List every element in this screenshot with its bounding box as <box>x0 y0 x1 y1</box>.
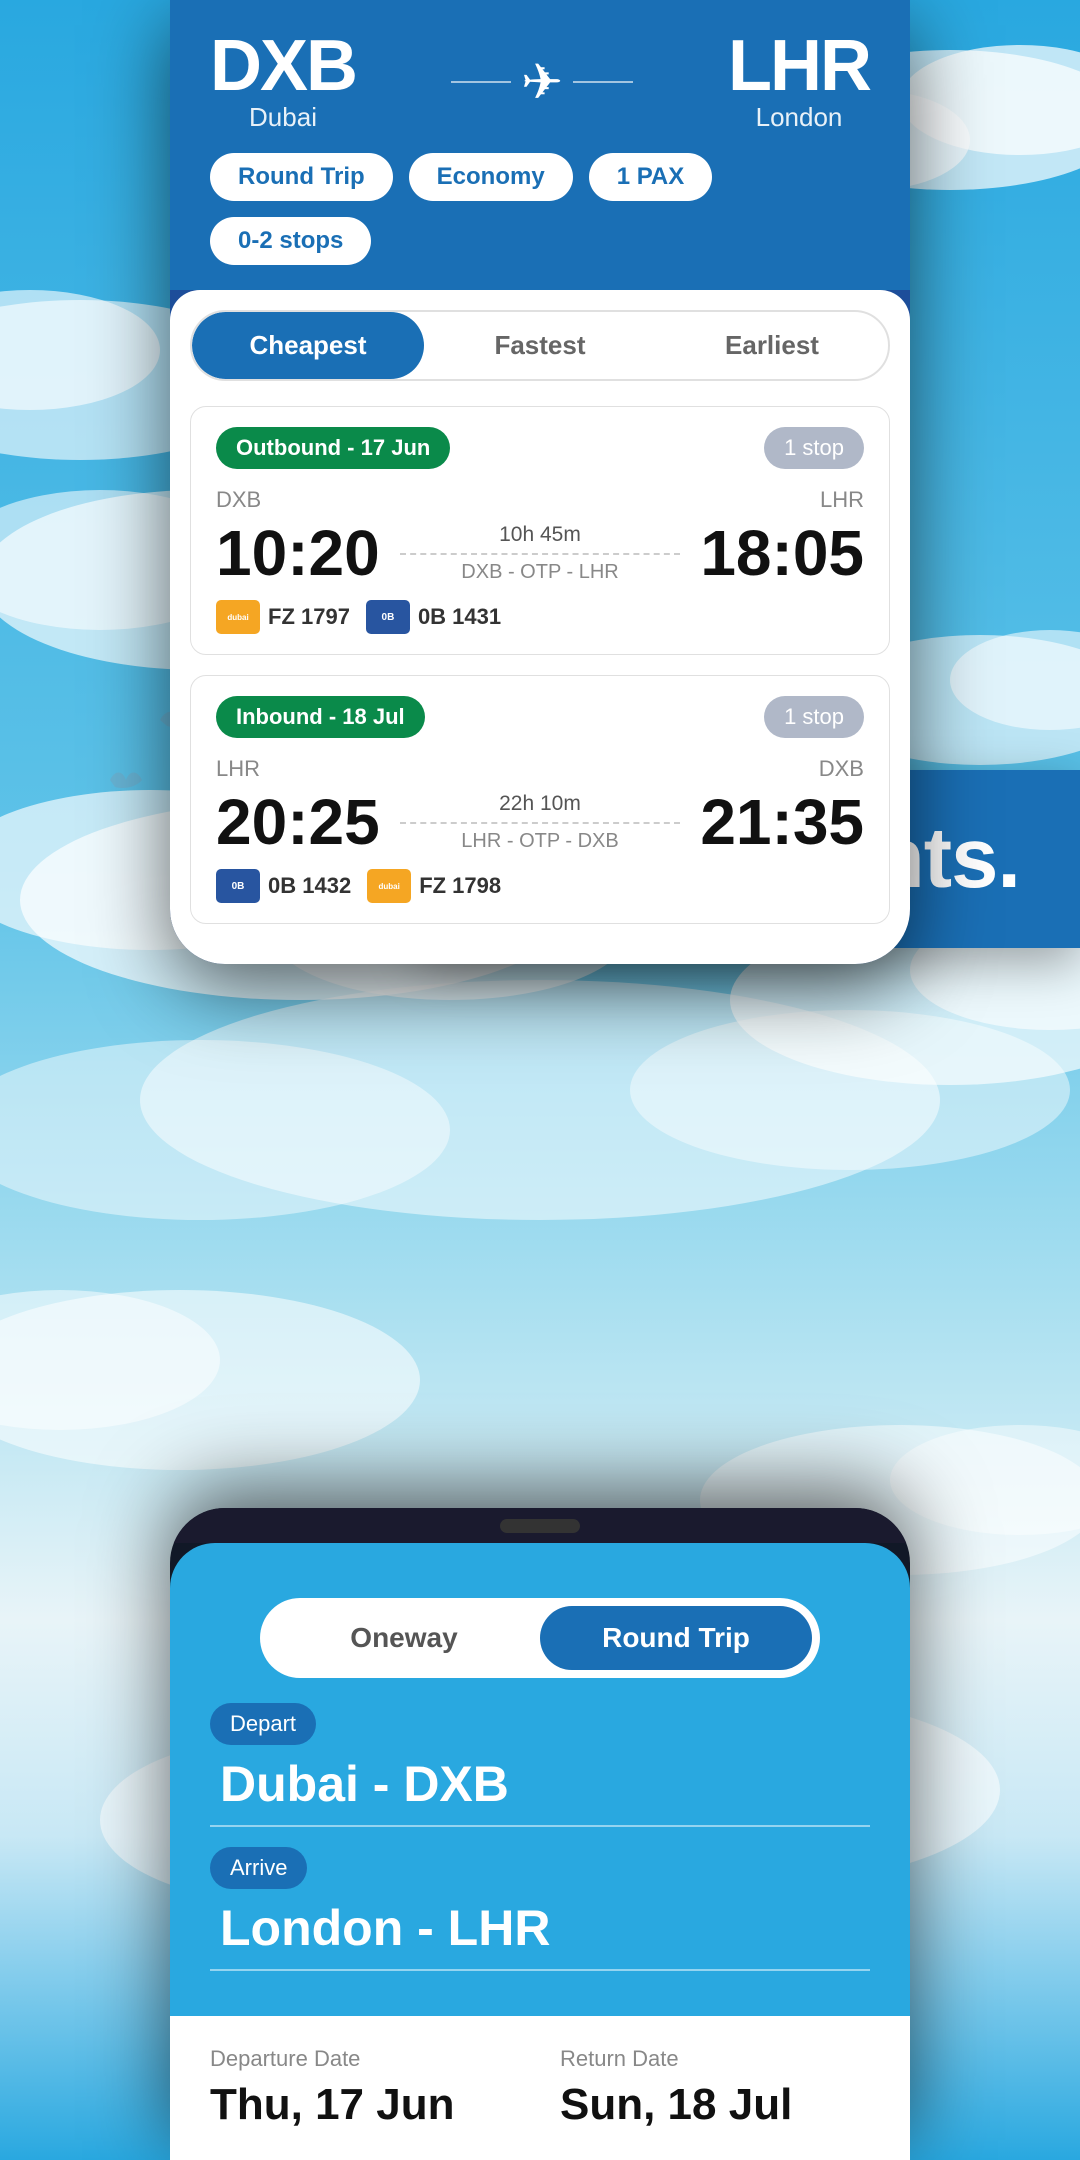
inbound-times-row: 20:25 22h 10m LHR - OTP - DXB 21:35 <box>216 790 864 854</box>
tab-fastest[interactable]: Fastest <box>424 312 656 379</box>
route-header: DXB Dubai ✈ LHR London <box>170 0 910 153</box>
trip-selector-wrapper: Oneway Round Trip <box>170 1543 910 1678</box>
tab-earliest[interactable]: Earliest <box>656 312 888 379</box>
return-date-label: Return Date <box>560 2046 870 2072</box>
outbound-airline-1: dubai FZ 1797 <box>216 600 350 634</box>
inbound-airline-2: dubai FZ 1798 <box>367 869 501 903</box>
outbound-flight-card[interactable]: Outbound - 17 Jun 1 stop DXB LHR 10:20 1… <box>190 406 890 655</box>
outbound-dotted-line <box>400 553 681 555</box>
inbound-duration: 22h 10m <box>400 792 681 816</box>
inbound-airline1-logo: 0B <box>216 869 260 903</box>
chip-stops[interactable]: 0-2 stops <box>210 217 371 265</box>
dest-code: LHR <box>728 30 870 102</box>
chip-round-trip[interactable]: Round Trip <box>210 153 393 201</box>
airline2-logo: 0B <box>366 600 410 634</box>
top-phone-frame: DXB Dubai ✈ LHR London Round Trip Econom… <box>170 0 910 964</box>
outbound-times-row: 10:20 10h 45m DXB - OTP - LHR 18:05 <box>216 521 864 585</box>
arrive-value[interactable]: London - LHR <box>210 1899 870 1971</box>
origin-code: DXB <box>210 30 356 102</box>
sort-tab-bar: Cheapest Fastest Earliest <box>190 310 890 381</box>
inbound-airlines: 0B 0B 1432 dubai FZ 1798 <box>216 869 864 903</box>
plane-icon-container: ✈ <box>451 53 633 111</box>
filter-chips: Round Trip Economy 1 PAX 0-2 stops <box>170 153 910 290</box>
plane-line-right <box>573 81 633 83</box>
origin-city: DXB Dubai <box>210 30 356 133</box>
return-date-value: Sun, 18 Jul <box>560 2080 870 2130</box>
inbound-arrive-time: 21:35 <box>700 790 864 854</box>
outbound-dest: LHR <box>820 487 864 513</box>
depart-label: Depart <box>210 1703 316 1745</box>
outbound-airport-row: DXB LHR <box>216 487 864 513</box>
outbound-stop-badge: 1 stop <box>764 427 864 469</box>
outbound-airlines: dubai FZ 1797 0B 0B 1431 <box>216 600 864 634</box>
inbound-airline1-code: 0B 1432 <box>268 873 351 899</box>
phone-notch <box>170 1508 910 1543</box>
trip-selector: Oneway Round Trip <box>260 1598 820 1678</box>
plane-line-left <box>451 81 511 83</box>
inbound-segment-header: Inbound - 18 Jul 1 stop <box>216 696 864 738</box>
chip-economy[interactable]: Economy <box>409 153 573 201</box>
outbound-duration: 10h 45m <box>400 523 681 547</box>
inbound-airline-1: 0B 0B 1432 <box>216 869 351 903</box>
outbound-badge: Outbound - 17 Jun <box>216 427 450 469</box>
departure-date-value: Thu, 17 Jun <box>210 2080 520 2130</box>
chip-pax[interactable]: 1 PAX <box>589 153 713 201</box>
inbound-route-middle: 22h 10m LHR - OTP - DXB <box>380 792 701 853</box>
departure-date-col[interactable]: Departure Date Thu, 17 Jun <box>210 2046 520 2130</box>
inbound-stop-badge: 1 stop <box>764 696 864 738</box>
inbound-dotted-line <box>400 822 681 824</box>
outbound-route-path: DXB - OTP - LHR <box>400 561 681 584</box>
bottom-phone-frame: Oneway Round Trip Depart Dubai - DXB Arr… <box>170 1508 910 2160</box>
return-date-col[interactable]: Return Date Sun, 18 Jul <box>560 2046 870 2130</box>
tab-cheapest[interactable]: Cheapest <box>192 312 424 379</box>
inbound-airline2-logo: dubai <box>367 869 411 903</box>
dest-city: LHR London <box>728 30 870 133</box>
inbound-airline2-code: FZ 1798 <box>419 873 501 899</box>
inbound-flight-card[interactable]: Inbound - 18 Jul 1 stop LHR DXB 20:25 22… <box>190 675 890 924</box>
outbound-origin: DXB <box>216 487 261 513</box>
inbound-airport-row: LHR DXB <box>216 756 864 782</box>
inbound-route-path: LHR - OTP - DXB <box>400 830 681 853</box>
trip-option-oneway[interactable]: Oneway <box>268 1606 540 1670</box>
depart-value[interactable]: Dubai - DXB <box>210 1755 870 1827</box>
outbound-segment-header: Outbound - 17 Jun 1 stop <box>216 427 864 469</box>
trip-option-round-trip[interactable]: Round Trip <box>540 1606 812 1670</box>
airline1-code: FZ 1797 <box>268 604 350 630</box>
departure-date-label: Departure Date <box>210 2046 520 2072</box>
outbound-airline-2: 0B 0B 1431 <box>366 600 501 634</box>
inbound-dest: DXB <box>819 756 864 782</box>
date-row: Departure Date Thu, 17 Jun Return Date S… <box>210 2046 870 2130</box>
arrive-label: Arrive <box>210 1847 307 1889</box>
dest-name: London <box>728 102 870 133</box>
results-content: Cheapest Fastest Earliest Outbound - 17 … <box>170 290 910 964</box>
outbound-route-middle: 10h 45m DXB - OTP - LHR <box>380 523 701 584</box>
airline1-logo: dubai <box>216 600 260 634</box>
search-form: Depart Dubai - DXB Arrive London - LHR <box>170 1678 910 2016</box>
outbound-arrive-time: 18:05 <box>700 521 864 585</box>
origin-name: Dubai <box>210 102 356 133</box>
outbound-depart-time: 10:20 <box>216 521 380 585</box>
inbound-depart-time: 20:25 <box>216 790 380 854</box>
date-section: Departure Date Thu, 17 Jun Return Date S… <box>170 2016 910 2160</box>
notch-pill <box>500 1519 580 1533</box>
plane-icon: ✈ <box>521 53 563 111</box>
inbound-origin: LHR <box>216 756 260 782</box>
airline2-code: 0B 1431 <box>418 604 501 630</box>
inbound-badge: Inbound - 18 Jul <box>216 696 425 738</box>
